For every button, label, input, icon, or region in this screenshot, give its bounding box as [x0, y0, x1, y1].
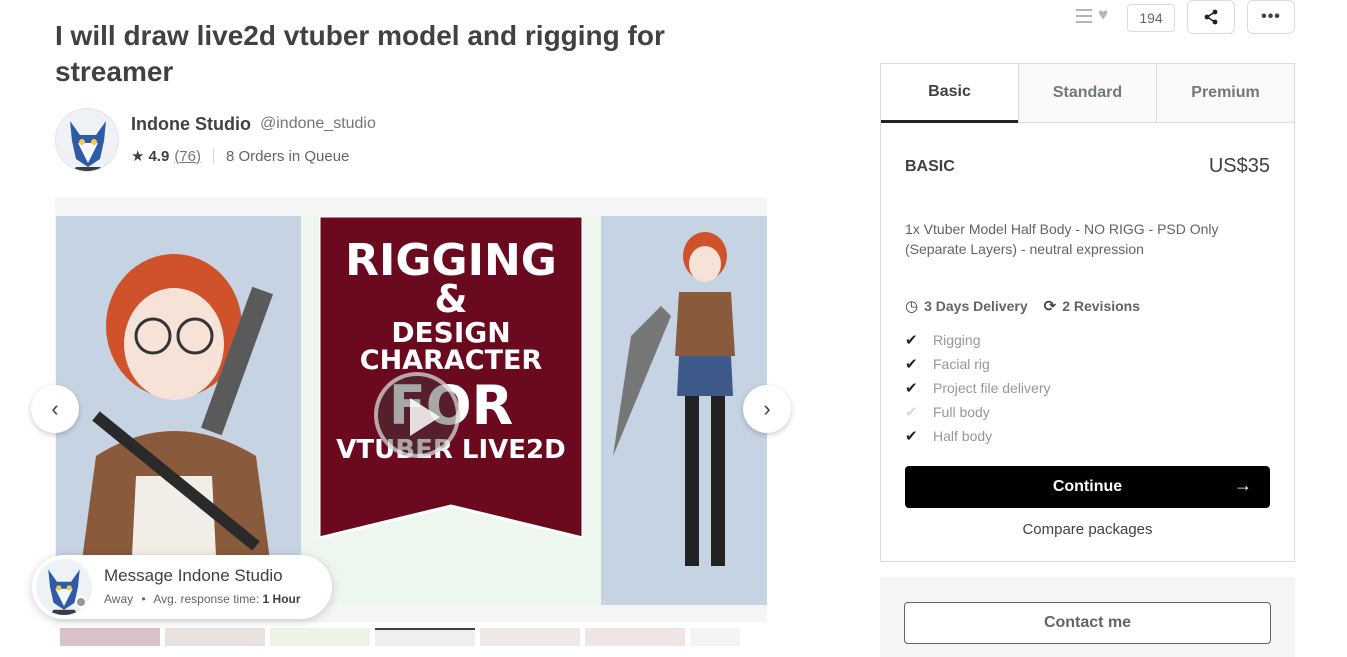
contact-section: Contact me [880, 577, 1295, 657]
tab-basic[interactable]: Basic [881, 64, 1018, 123]
gallery-prev-button[interactable]: ‹ [31, 385, 79, 433]
seller-avatar[interactable] [55, 108, 119, 172]
response-time-value: 1 Hour [262, 592, 301, 606]
feature-label: Project file delivery [933, 380, 1051, 396]
check-icon: ✔ [905, 380, 918, 397]
gallery-thumbnail[interactable] [585, 628, 685, 646]
status-dot [75, 596, 87, 608]
divider [213, 148, 214, 164]
compare-packages-link[interactable]: Compare packages [881, 521, 1294, 538]
feature-label: Half body [933, 428, 993, 444]
package-features: ✔ Rigging ✔ Facial rig ✔ Project file de… [905, 328, 1051, 448]
seller-name[interactable]: Indone Studio [131, 114, 251, 135]
message-seller-bubble[interactable]: Message Indone Studio Away • Avg. respon… [32, 555, 332, 619]
check-icon: ✔ [905, 404, 918, 421]
likes-count: 194 [1127, 4, 1175, 32]
package-tabs: Basic Standard Premium [881, 64, 1294, 123]
contact-me-button[interactable]: Contact me [904, 602, 1271, 644]
heart-icon[interactable]: ♥ [1098, 5, 1108, 25]
message-seller-title: Message Indone Studio [104, 566, 283, 585]
star-icon: ★ [131, 148, 145, 165]
feature-item: ✔ Project file delivery [905, 376, 1051, 400]
clock-icon: ◷ [905, 298, 919, 315]
gallery-thumbnail[interactable] [165, 628, 265, 646]
gallery-thumbnail[interactable] [60, 628, 160, 646]
tab-standard[interactable]: Standard [1018, 64, 1156, 123]
bullet: • [141, 592, 146, 606]
seller-status: Away [104, 592, 134, 606]
share-button[interactable] [1187, 0, 1235, 34]
gallery-next-button[interactable]: › [743, 385, 791, 433]
package-description: 1x Vtuber Model Half Body - NO RIGG - PS… [905, 221, 1219, 257]
refresh-icon: ⟳ [1043, 298, 1057, 315]
feature-item: ✔ Rigging [905, 328, 1051, 352]
feature-item: ✔ Full body [905, 400, 1051, 424]
more-options-button[interactable]: ••• [1247, 0, 1295, 34]
chevron-left-icon: ‹ [51, 396, 59, 421]
gallery-thumbnail[interactable] [690, 628, 740, 646]
package-name: BASIC [905, 158, 955, 175]
collections-icon[interactable] [1076, 9, 1092, 27]
review-count-link[interactable]: (76) [174, 148, 201, 165]
banner-line: CHARACTER [359, 345, 543, 376]
gallery-thumbnail[interactable] [270, 628, 370, 646]
feature-item: ✔ Half body [905, 424, 1051, 448]
orders-in-queue: 8 Orders in Queue [226, 147, 350, 165]
package-card: Basic Standard Premium BASIC US$35 1x Vt… [880, 63, 1295, 562]
tab-premium[interactable]: Premium [1156, 64, 1294, 123]
check-icon: ✔ [905, 356, 918, 373]
gallery-thumbnail[interactable] [375, 628, 475, 646]
play-video-button[interactable] [374, 372, 460, 458]
revisions: 2 Revisions [1062, 298, 1141, 314]
gig-title: I will draw live2d vtuber model and rigg… [55, 20, 665, 87]
continue-button[interactable]: Continue → [905, 466, 1270, 508]
feature-label: Facial rig [933, 356, 990, 372]
arrow-right-icon: → [1234, 475, 1252, 495]
feature-label: Rigging [933, 332, 981, 348]
banner-line: & [434, 277, 468, 321]
seller-rating: ★ 4.9 (76) 8 Orders in Queue [131, 147, 350, 166]
continue-label: Continue [1052, 478, 1123, 495]
package-meta: ◷ 3 Days Delivery ⟳ 2 Revisions [905, 297, 1140, 315]
wolf-avatar-icon [70, 121, 106, 171]
share-icon [1204, 9, 1218, 25]
seller-availability: Away • Avg. response time: 1 Hour [104, 592, 301, 606]
seller-handle: @indone_studio [260, 115, 376, 132]
feature-item: ✔ Facial rig [905, 352, 1051, 376]
feature-label: Full body [933, 404, 990, 420]
more-icon: ••• [1261, 8, 1281, 25]
character-portrait-image [56, 216, 301, 605]
chevron-right-icon: › [763, 396, 771, 421]
delivery-time: 3 Days Delivery [924, 298, 1028, 314]
check-icon: ✔ [905, 428, 918, 445]
package-price: US$35 [1208, 155, 1270, 177]
rating-score: 4.9 [148, 147, 170, 165]
response-time-label: Avg. response time: [153, 592, 260, 606]
gallery-thumbnail[interactable] [480, 628, 580, 646]
check-icon: ✔ [905, 332, 918, 349]
